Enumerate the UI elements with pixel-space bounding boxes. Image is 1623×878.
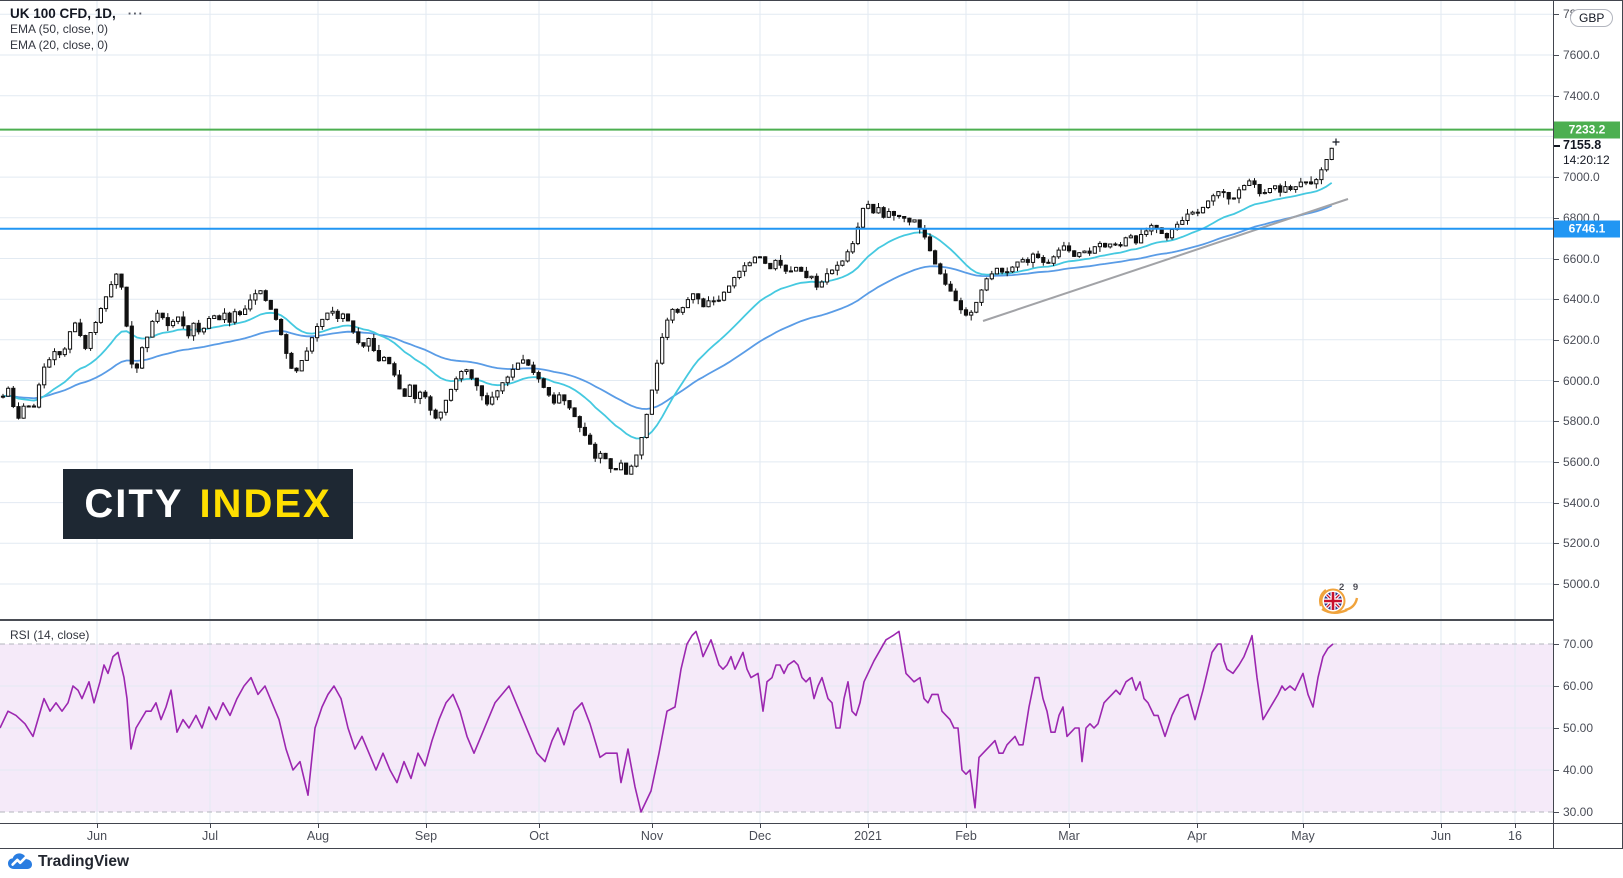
price-tick-label: 7400.0 bbox=[1563, 89, 1600, 103]
alert-price-label[interactable]: 7233.2 bbox=[1554, 121, 1620, 138]
indicator-ema50[interactable]: EMA (50, close, 0) bbox=[10, 21, 144, 37]
last-price-label: 7155.8 bbox=[1563, 138, 1601, 152]
chart-legend: UK 100 CFD, 1D, ··· EMA (50, close, 0) E… bbox=[10, 6, 144, 53]
price-tick-label: 6000.0 bbox=[1563, 374, 1600, 388]
time-tick bbox=[1441, 824, 1442, 828]
uk-flag-event-marker[interactable]: 2 9 bbox=[1316, 583, 1362, 617]
city-index-logo-index: INDEX bbox=[199, 484, 331, 524]
time-tick bbox=[760, 824, 761, 828]
city-index-logo: CITY INDEX bbox=[63, 469, 353, 539]
price-tick-label: 6400.0 bbox=[1563, 292, 1600, 306]
time-tick-label: Jun bbox=[1431, 829, 1451, 843]
symbol-title[interactable]: UK 100 CFD, 1D, bbox=[10, 6, 116, 21]
price-axis[interactable]: GBP 7233.2 7155.8 14:20:12 6746.1 7800.0… bbox=[1553, 1, 1623, 849]
footer-bar: TradingView bbox=[0, 849, 1623, 878]
rsi-tick-label: 70.00 bbox=[1563, 637, 1593, 651]
tradingview-cloud-icon bbox=[7, 852, 33, 871]
price-tick-label: 6200.0 bbox=[1563, 333, 1600, 347]
tradingview-wordmark: TradingView bbox=[38, 853, 129, 871]
time-axis[interactable]: Jun Jul Aug Sep Oct Nov Dec 2021 Feb Mar Apr May Jun… bbox=[0, 823, 1623, 849]
legend-more-icon[interactable]: ··· bbox=[128, 9, 144, 19]
time-tick-label: Feb bbox=[955, 829, 977, 843]
tradingview-logo[interactable]: TradingView bbox=[7, 852, 129, 871]
time-tick-label: Oct bbox=[529, 829, 548, 843]
time-tick bbox=[1069, 824, 1070, 828]
time-tick-label: Aug bbox=[307, 829, 329, 843]
time-tick-label: Mar bbox=[1058, 829, 1080, 843]
time-tick bbox=[210, 824, 211, 828]
indicator-ema20[interactable]: EMA (20, close, 0) bbox=[10, 37, 144, 53]
time-tick bbox=[1303, 824, 1304, 828]
time-tick-label: 16 bbox=[1508, 829, 1522, 843]
time-tick bbox=[966, 824, 967, 828]
time-tick bbox=[426, 824, 427, 828]
time-tick bbox=[1197, 824, 1198, 828]
time-tick-label: 2021 bbox=[854, 829, 882, 843]
time-tick bbox=[539, 824, 540, 828]
axis-corner-divider bbox=[1553, 824, 1554, 850]
support-price-label[interactable]: 6746.1 bbox=[1554, 220, 1620, 237]
time-tick-label: Sep bbox=[415, 829, 437, 843]
currency-toggle-button[interactable]: GBP bbox=[1570, 9, 1613, 27]
price-tick-label: 5200.0 bbox=[1563, 536, 1600, 550]
city-index-logo-city: CITY bbox=[84, 484, 183, 524]
time-tick bbox=[1515, 824, 1516, 828]
price-tick-label: 6600.0 bbox=[1563, 252, 1600, 266]
price-tick-label: 7600.0 bbox=[1563, 48, 1600, 62]
rsi-indicator-label[interactable]: RSI (14, close) bbox=[10, 628, 89, 642]
rsi-pane[interactable] bbox=[0, 620, 1553, 823]
time-tick bbox=[318, 824, 319, 828]
price-tick-label: 7000.0 bbox=[1563, 170, 1600, 184]
price-tick-label: 5400.0 bbox=[1563, 496, 1600, 510]
time-tick bbox=[97, 824, 98, 828]
rsi-tick-label: 60.00 bbox=[1563, 679, 1593, 693]
time-tick bbox=[652, 824, 653, 828]
rsi-tick-label: 30.00 bbox=[1563, 805, 1593, 819]
time-tick bbox=[868, 824, 869, 828]
time-tick-label: Dec bbox=[749, 829, 771, 843]
price-tick-label: 5000.0 bbox=[1563, 577, 1600, 591]
time-tick-label: Jul bbox=[202, 829, 218, 843]
rsi-tick-label: 40.00 bbox=[1563, 763, 1593, 777]
time-tick-label: Nov bbox=[641, 829, 663, 843]
pane-separator[interactable] bbox=[0, 619, 1623, 621]
trading-chart-window: UK 100 CFD, 1D, ··· EMA (50, close, 0) E… bbox=[0, 0, 1623, 878]
rsi-chart bbox=[0, 620, 1553, 823]
countdown-time-label: 14:20:12 bbox=[1563, 153, 1610, 167]
rsi-tick-label: 50.00 bbox=[1563, 721, 1593, 735]
event-count-label: 2 9 bbox=[1339, 582, 1361, 593]
price-tick-label: 5600.0 bbox=[1563, 455, 1600, 469]
time-tick-label: Apr bbox=[1187, 829, 1206, 843]
time-tick-label: May bbox=[1291, 829, 1315, 843]
time-tick-label: Jun bbox=[87, 829, 107, 843]
price-tick-label: 5800.0 bbox=[1563, 414, 1600, 428]
